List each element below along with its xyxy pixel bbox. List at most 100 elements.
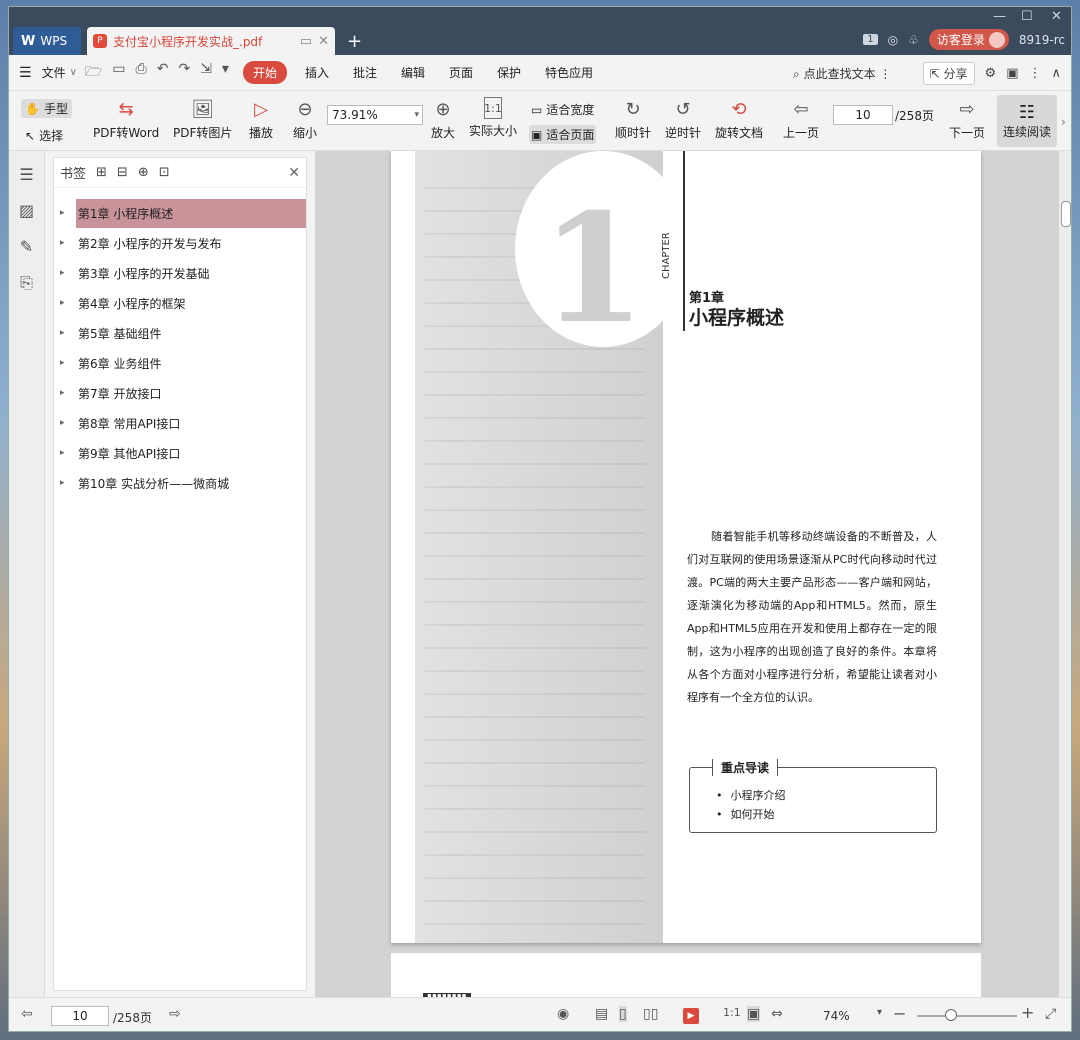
continuous-view-icon[interactable]: ▯ [619,1006,627,1022]
redo-icon[interactable]: ↷ [178,61,190,85]
hamburger-icon[interactable]: ☰ [19,65,32,81]
login-button[interactable]: 访客登录 [928,29,1009,50]
pdf-to-word-button[interactable]: ⇆ PDF转Word [93,97,159,141]
expand-arrow-icon[interactable]: ▸ [60,328,70,338]
export-icon[interactable]: ⇲ [200,61,212,85]
menu-page[interactable]: 页面 [449,64,473,81]
expand-arrow-icon[interactable]: ▸ [60,478,70,488]
comment-icon[interactable]: ▣ [1006,66,1018,81]
undo-icon[interactable]: ↶ [157,61,169,85]
zoom-out-button[interactable]: ⊖ 缩小 [293,97,317,141]
expand-arrow-icon[interactable]: ▸ [60,238,70,248]
prev-page-button[interactable]: ⇦ 上一页 [783,97,819,141]
vertical-scrollbar[interactable] [1059,151,1071,997]
maximize-icon[interactable]: ☐ [1021,9,1033,24]
close-panel-icon[interactable]: ✕ [288,165,300,181]
attachment-icon[interactable]: ⎘ [17,273,37,293]
expand-arrow-icon[interactable]: ▸ [60,268,70,278]
save-icon[interactable]: ▭ [112,61,125,85]
scrollbar-thumb[interactable] [1061,201,1071,227]
minimize-icon[interactable]: — [993,9,1006,24]
fit-width-button[interactable]: ▭ 适合宽度 [531,101,594,118]
more-options-icon[interactable]: ⋮ [1028,66,1041,81]
annotation-icon[interactable]: ✎ [17,237,37,257]
next-page-arrow-icon[interactable]: ⇨ [169,1006,181,1022]
shirt-icon[interactable]: ♧ [908,33,919,47]
status-page-input[interactable]: 10 [51,1006,109,1026]
more-vertical-icon[interactable]: ⋮ [879,67,891,81]
eye-protection-icon[interactable]: ◉ [557,1006,569,1022]
expand-arrow-icon[interactable]: ▸ [60,208,70,218]
bookmark-item[interactable]: ▸ 第5章 基础组件 [54,318,306,348]
add-bookmark-icon[interactable]: ⊕ [138,165,149,180]
bookmark-item[interactable]: ▸ 第2章 小程序的开发与发布 [54,228,306,258]
bookmark-list-icon[interactable]: ☰ [17,165,37,185]
pdf-to-image-button[interactable]: 🖼 PDF转图片 [173,97,232,141]
zoom-percent[interactable]: 74% [823,1009,850,1023]
more-dropdown-icon[interactable]: ▾ [222,61,229,85]
print-icon[interactable]: ⎙ [136,61,147,85]
document-tab[interactable]: P 支付宝小程序开发实战_.pdf ▭ ✕ [87,27,335,55]
expand-arrow-icon[interactable]: ▸ [60,388,70,398]
single-page-view-icon[interactable]: ▤ [595,1006,608,1022]
play-slideshow-icon[interactable]: ▶ [683,1008,699,1024]
next-page-button[interactable]: ⇨ 下一页 [949,97,985,141]
zoom-plus-icon[interactable]: + [1021,1003,1034,1022]
pin-tab-icon[interactable]: ▭ [300,34,312,49]
expand-arrow-icon[interactable]: ▸ [60,358,70,368]
rotate-clockwise-button[interactable]: ↻ 顺时针 [615,97,651,141]
close-tab-icon[interactable]: ✕ [318,34,329,49]
menu-annotate[interactable]: 批注 [353,64,377,81]
menu-edit[interactable]: 编辑 [401,64,425,81]
ribbon-scroll-right-icon[interactable]: › [1061,115,1066,129]
menu-protect[interactable]: 保护 [497,64,521,81]
chevron-down-icon[interactable]: ∨ [70,67,77,78]
expand-arrow-icon[interactable]: ▸ [60,418,70,428]
fit-page-button[interactable]: ▣ 适合页面 [529,125,597,144]
new-tab-icon[interactable]: + [347,31,362,52]
bookmark-item[interactable]: ▸ 第7章 开放接口 [54,378,306,408]
bookmark-item[interactable]: ▸ 第4章 小程序的框架 [54,288,306,318]
continuous-read-button[interactable]: ☷ 连续阅读 [997,95,1057,147]
collapse-all-icon[interactable]: ⊟ [117,165,128,180]
expand-arrow-icon[interactable]: ▸ [60,448,70,458]
fullscreen-icon[interactable]: ⤢ [1045,1006,1056,1022]
thumbnail-icon[interactable]: ▨ [17,201,37,221]
zoom-in-button[interactable]: ⊕ 放大 [431,97,455,141]
zoom-dropdown-arrow-icon[interactable]: ▾ [877,1007,882,1018]
zoom-dropdown-icon[interactable]: ▾ [414,106,419,124]
collapse-ribbon-icon[interactable]: ∧ [1051,66,1061,81]
two-page-view-icon[interactable]: ▯▯ [643,1006,658,1022]
wps-home-tab[interactable]: W WPS [13,27,81,55]
menu-start[interactable]: 开始 [242,61,287,84]
close-window-icon[interactable]: ✕ [1051,9,1062,24]
actual-size-button[interactable]: 1:1 实际大小 [469,97,517,139]
settings-gear-icon[interactable]: ⚙ [985,66,997,81]
fit-page-status-icon[interactable]: ▣ [747,1006,761,1022]
rotate-document-button[interactable]: ⟲ 旋转文档 [715,97,763,141]
window-count-badge[interactable]: 1 [863,34,878,45]
bookmark-item[interactable]: ▸ 第6章 业务组件 [54,348,306,378]
zoom-minus-icon[interactable]: − [893,1004,906,1023]
prev-page-arrow-icon[interactable]: ⇦ [21,1006,33,1022]
zoom-slider-knob[interactable] [945,1009,957,1021]
share-button[interactable]: ⇱ 分享 [922,62,975,85]
bookmark-item[interactable]: ▸ 第10章 实战分析——微商城 [54,468,306,498]
find-text-search[interactable]: ⌕ 点此查找文本 ⋮ [793,65,891,82]
delete-bookmark-icon[interactable]: ⊡ [159,165,170,180]
zoom-level-input[interactable]: 73.91% ▾ [327,105,423,125]
bookmark-item[interactable]: ▸ 第8章 常用API接口 [54,408,306,438]
bookmark-item[interactable]: ▸ 第3章 小程序的开发基础 [54,258,306,288]
skin-icon[interactable]: ◎ [888,33,898,47]
bookmark-item[interactable]: ▸ 第1章 小程序概述 [54,198,306,228]
page-number-input[interactable]: 10 [833,105,893,125]
select-tool-button[interactable]: ↖ 选择 [25,127,63,144]
fit-width-status-icon[interactable]: ⇔ [771,1006,783,1022]
play-button[interactable]: ▷ 播放 [249,97,273,141]
open-folder-icon[interactable]: 🗁 [85,61,102,85]
expand-arrow-icon[interactable]: ▸ [60,298,70,308]
actual-size-status-icon[interactable]: 1:1 [723,1006,741,1019]
zoom-slider-track[interactable] [917,1015,1017,1017]
rotate-counterclockwise-button[interactable]: ↺ 逆时针 [665,97,701,141]
menu-insert[interactable]: 插入 [305,64,329,81]
